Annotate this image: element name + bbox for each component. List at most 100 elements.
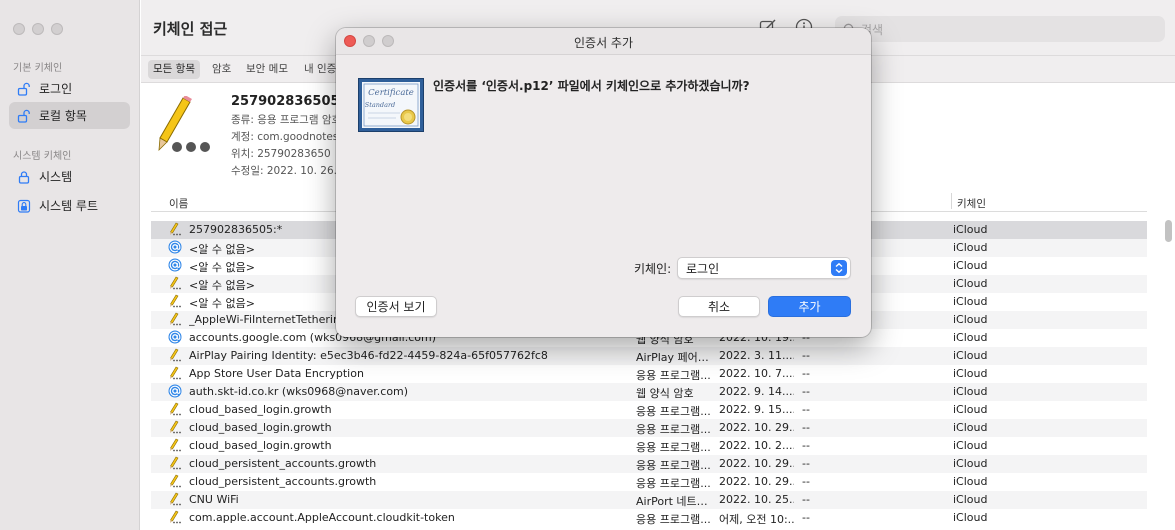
sidebar-item-label: 로컬 항목 [39,109,87,123]
sidebar-item-label: 로그인 [39,82,73,96]
sidebar-item-login[interactable]: 로그인 [9,75,130,102]
web-password-icon [168,240,182,254]
table-row[interactable]: App Store User Data Encryption 응용 프로그램...… [151,365,1147,383]
unlock-icon [17,82,30,96]
app-password-icon [168,366,182,380]
scrollbar-thumb[interactable] [1165,220,1172,242]
app-password-icon [168,276,182,290]
row-expires: -- [802,511,810,524]
row-expires: -- [802,349,810,362]
row-keychain: iCloud [953,475,988,488]
row-kind: 웹 양식 암호 [636,387,694,400]
row-keychain: iCloud [953,241,988,254]
chevron-updown-icon [831,260,847,276]
row-keychain: iCloud [953,295,988,308]
row-modified-date: 2022. 9. 15.... [719,403,794,416]
dialog-titlebar: 인증서 추가 [336,28,871,55]
row-name: AirPlay Pairing Identity: e5ec3b46-fd22-… [189,349,548,362]
row-kind: 응용 프로그램... [636,369,711,382]
sidebar-item-system[interactable]: 시스템 [9,163,130,190]
row-keychain: iCloud [953,511,988,524]
app-password-icon [168,474,182,488]
sidebar-item-label: 시스템 [39,170,73,184]
row-expires: -- [802,367,810,380]
sidebar-section-system: 시스템 키체인 [13,151,72,162]
column-header-name[interactable]: 이름 [169,196,188,211]
table-row[interactable]: cloud_based_login.growth 응용 프로그램... 2022. … [151,419,1147,437]
app-password-icon [168,312,182,326]
cancel-button[interactable]: 취소 [678,296,760,317]
view-certificate-button[interactable]: 인증서 보기 [355,296,437,317]
row-keychain: iCloud [953,277,988,290]
row-keychain: iCloud [953,331,988,344]
tab-secure-notes[interactable]: 보안 메모 [241,60,293,79]
row-expires: -- [802,385,810,398]
tab-all-items[interactable]: 모든 항목 [148,60,200,79]
table-row[interactable]: auth.skt-id.co.kr (wks0968@naver.com) 웹 양… [151,383,1147,401]
password-item-icon [158,96,210,152]
row-keychain: iCloud [953,439,988,452]
row-modified-date: 2022. 10. 2.... [719,439,794,452]
row-kind: 응용 프로그램... [636,423,711,436]
tab-my-certificates[interactable]: 내 인증 [299,60,341,79]
row-keychain: iCloud [953,385,988,398]
table-row[interactable]: cloud_persistent_accounts.growth 응용 프로그램.… [151,473,1147,491]
detail-account: 계정: com.goodnotes [231,131,339,143]
keychain-select[interactable]: 로그인 [677,257,851,279]
lock-icon [18,170,30,184]
web-password-icon [168,384,182,398]
keychain-label: 키체인: [634,262,672,276]
add-button[interactable]: 추가 [768,296,851,317]
row-expires: -- [802,439,810,452]
row-modified-date: 2022. 10. 7.... [719,367,794,380]
sidebar-section-default: 기본 키체인 [13,63,63,74]
row-modified-date: 2022. 10. 29... [719,475,794,488]
keychain-select-value: 로그인 [686,261,720,276]
row-modified-date: 2022. 10. 25... [719,493,794,506]
certificate-icon: Certificate Standard [358,78,424,132]
row-expires: -- [802,421,810,434]
row-keychain: iCloud [953,421,988,434]
row-modified-date: 2022. 3. 11.... [719,349,794,362]
table-row[interactable]: CNU WiFi AirPort 네트… 2022. 10. 25... -- iClo… [151,491,1147,509]
row-keychain: iCloud [953,313,988,326]
search-field[interactable]: 검색 [835,16,1165,42]
close-window-button[interactable] [13,23,25,35]
app-password-icon [168,438,182,452]
row-name: com.apple.account.AppleAccount.cloudkit-… [189,511,455,524]
app-password-icon [168,222,182,236]
table-row[interactable]: cloud_based_login.growth 응용 프로그램... 2022. … [151,401,1147,419]
add-certificate-dialog: 인증서 추가 Certificate Standard 인증서를 ‘인증서.p1… [336,28,871,337]
row-name: cloud_based_login.growth [189,403,332,416]
row-kind: AirPort 네트… [636,495,708,508]
row-expires: -- [802,403,810,416]
table-row[interactable]: cloud_based_login.growth 응용 프로그램... 2022. … [151,437,1147,455]
certificate-art-subtitle: Standard [365,101,395,109]
table-row[interactable]: AirPlay Pairing Identity: e5ec3b46-fd22-… [151,347,1147,365]
table-row[interactable]: com.apple.account.AppleAccount.cloudkit-… [151,509,1147,527]
detail-modified: 수정일: 2022. 10. 26. [231,165,337,177]
row-name: auth.skt-id.co.kr (wks0968@naver.com) [189,385,409,398]
row-kind: AirPlay 페어… [636,351,709,364]
row-name: cloud_persistent_accounts.growth [189,475,377,488]
row-expires: -- [802,457,810,470]
row-kind: 응용 프로그램... [636,513,711,526]
row-modified-date: 어제, 오전 10:... [719,513,794,526]
column-divider[interactable] [951,193,952,209]
unlock-icon [17,109,30,123]
vertical-scrollbar[interactable] [1164,218,1172,530]
row-keychain: iCloud [953,223,988,236]
minimize-window-button[interactable] [32,23,44,35]
row-name: CNU WiFi [189,493,239,506]
row-keychain: iCloud [953,259,988,272]
sidebar-item-local-items[interactable]: 로컬 항목 [9,102,130,129]
column-header-keychain[interactable]: 키체인 [957,196,986,211]
table-row[interactable]: cloud_persistent_accounts.growth 응용 프로그램.… [151,455,1147,473]
app-password-icon [168,510,182,524]
app-password-icon [168,402,182,416]
row-name: cloud_based_login.growth [189,439,332,452]
zoom-window-button[interactable] [51,23,63,35]
sidebar-item-system-roots[interactable]: 시스템 루트 [9,192,130,219]
tab-passwords[interactable]: 암호 [207,60,236,79]
row-keychain: iCloud [953,349,988,362]
